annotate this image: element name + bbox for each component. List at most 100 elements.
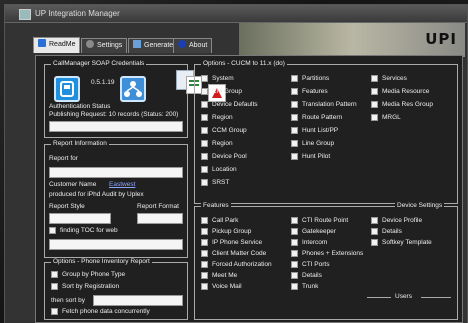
customer-label: Customer Name [49, 181, 97, 188]
option-label: Meet Me [212, 272, 238, 279]
option-checkbox[interactable]: Voice Mail [201, 283, 242, 290]
option-label: IP Phone Service [212, 239, 263, 246]
report-format-field[interactable] [137, 213, 183, 224]
checkbox-box [291, 228, 298, 235]
option-checkbox[interactable]: Client Matter Code [201, 250, 266, 257]
checkbox-box [201, 283, 208, 290]
option-checkbox[interactable]: Details [371, 228, 402, 235]
checkbox-box [51, 271, 58, 278]
option-checkbox[interactable]: SRST [201, 179, 229, 186]
checkbox-box [201, 88, 208, 95]
toc-field[interactable] [49, 239, 183, 250]
option-checkbox[interactable]: Media Res Group [371, 101, 433, 108]
checkbox-box [201, 140, 208, 147]
option-checkbox[interactable]: Intercom [291, 239, 327, 246]
window-title: UP Integration Manager [35, 9, 120, 18]
report-group: Report Information Report for Customer N… [44, 140, 188, 258]
option-checkbox[interactable]: Softkey Template [371, 239, 432, 246]
checkbox-box [201, 166, 208, 173]
option-checkbox[interactable]: IP Phone Service [201, 239, 262, 246]
option-checkbox[interactable]: Hunt List/PP [291, 127, 338, 134]
auth-status-label: Authentication Status [49, 103, 111, 110]
option-label: Gatekeeper [302, 228, 336, 235]
option-label: Pickup Group [212, 228, 252, 235]
option-checkbox[interactable]: Device Profile [371, 217, 422, 224]
option-label: Hunt List/PP [302, 127, 339, 134]
option-checkbox[interactable]: Route Pattern [291, 114, 342, 121]
status-label: Publishing Request: 10 records (Status: … [49, 111, 179, 118]
main-window: UP Integration Manager UPI ReadMe Settin… [4, 4, 468, 323]
option-checkbox[interactable]: Device Pool [201, 153, 247, 160]
option-label: SRST [212, 179, 230, 186]
report-for-label: Report for [49, 155, 78, 162]
fetch-phone-data-checkbox[interactable]: Fetch phone data concurrently [51, 308, 150, 315]
customer-value[interactable]: Eastwest [109, 181, 135, 188]
report-for-field[interactable] [49, 167, 183, 178]
option-checkbox[interactable]: Region [201, 114, 233, 121]
sort-by-registration-checkbox[interactable]: Sort by Registration [51, 283, 119, 290]
option-label: Region [212, 140, 233, 147]
checkbox-box [201, 101, 208, 108]
option-checkbox[interactable]: CM Group [201, 88, 242, 95]
option-checkbox[interactable]: Line Group [291, 140, 334, 147]
option-checkbox[interactable]: Features [291, 88, 328, 95]
option-checkbox[interactable]: Call Park [201, 217, 238, 224]
checkbox-box [291, 127, 298, 134]
settings-icon [86, 40, 94, 48]
option-label: CCM Group [212, 127, 247, 134]
checkbox-box [201, 153, 208, 160]
option-checkbox[interactable]: CTI Route Point [291, 217, 348, 224]
users-label: Users [395, 293, 412, 300]
tab-generate[interactable]: Generate [128, 38, 179, 53]
tab-about[interactable]: About [173, 38, 213, 53]
report-style-label: Report Style [49, 203, 85, 210]
option-checkbox[interactable]: Phones + Extensions [291, 250, 363, 257]
option-checkbox[interactable]: Services [371, 75, 407, 82]
option-checkbox[interactable]: Pickup Group [201, 228, 251, 235]
option-checkbox[interactable]: Partitions [291, 75, 329, 82]
checkbox-box [291, 153, 298, 160]
checkbox-box [201, 217, 208, 224]
options-legend: Options - CUCM to 11.x (do) [201, 60, 287, 67]
tab-readme[interactable]: ReadMe [33, 37, 81, 53]
about-icon [178, 40, 186, 48]
toc-checkbox[interactable]: finding TOC for web [49, 227, 118, 234]
option-checkbox[interactable]: Details [291, 272, 322, 279]
option-checkbox[interactable]: Trunk [291, 283, 318, 290]
option-label: Client Matter Code [212, 250, 267, 257]
option-checkbox[interactable]: Device Defaults [201, 101, 258, 108]
option-label: Device Profile [382, 217, 423, 224]
checkbox-box [51, 308, 58, 315]
option-checkbox[interactable]: Forced Authorization [201, 261, 272, 268]
option-checkbox[interactable]: Location [201, 166, 237, 173]
option-checkbox[interactable]: Media Resource [371, 88, 429, 95]
group-by-phone-type-checkbox[interactable]: Group by Phone Type [51, 271, 125, 278]
option-label: Hunt Pilot [302, 153, 331, 160]
stage: { "window": { "title": "UP Integration M… [0, 0, 468, 323]
tab-settings[interactable]: Settings [81, 38, 128, 53]
checkbox-box [291, 283, 298, 290]
checkbox-box [291, 114, 298, 121]
report-style-field[interactable] [49, 213, 111, 224]
option-checkbox[interactable]: Hunt Pilot [291, 153, 330, 160]
option-checkbox[interactable]: CTI Ports [291, 261, 329, 268]
divider [421, 297, 451, 298]
option-label: Translation Pattern [302, 101, 357, 108]
option-checkbox[interactable]: MRGL [371, 114, 401, 121]
then-sort-by-field[interactable] [93, 295, 183, 306]
option-label: Region [212, 114, 233, 121]
option-label: Features [302, 88, 328, 95]
option-checkbox[interactable]: Meet Me [201, 272, 237, 279]
option-checkbox[interactable]: CCM Group [201, 127, 247, 134]
checkbox-box [201, 272, 208, 279]
checkbox-box [291, 250, 298, 257]
option-checkbox[interactable]: System [201, 75, 234, 82]
option-checkbox[interactable]: Translation Pattern [291, 101, 357, 108]
option-checkbox[interactable]: Region [201, 140, 233, 147]
checkbox-box [371, 217, 378, 224]
option-checkbox[interactable]: Gatekeeper [291, 228, 336, 235]
checkbox-box [201, 114, 208, 121]
tab-content: CallManager SOAP Credentials 0.5.1.19 Au… [35, 55, 463, 323]
soap-status-field[interactable] [49, 121, 183, 132]
option-label: Call Park [212, 217, 239, 224]
